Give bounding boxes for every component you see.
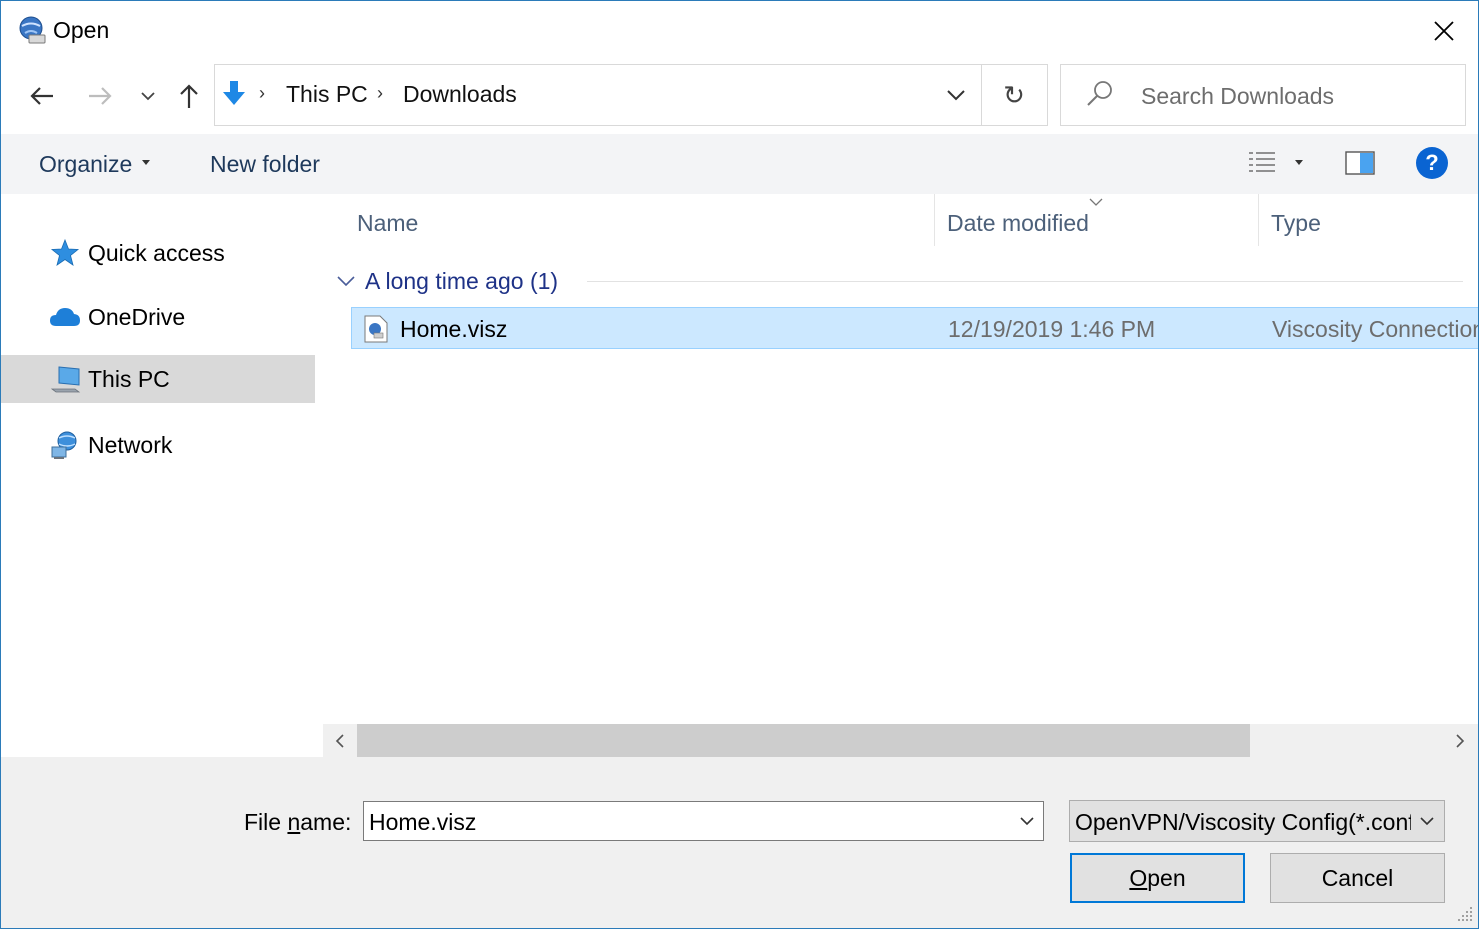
file-name-label: File name: (244, 809, 352, 835)
viscosity-file-icon (364, 315, 388, 343)
breadcrumb-downloads[interactable]: Downloads (403, 81, 517, 108)
details-view-icon[interactable] (1247, 149, 1277, 177)
group-divider (587, 281, 1463, 282)
up-button[interactable] (169, 75, 209, 117)
address-dropdown-button[interactable] (931, 65, 981, 125)
chevron-down-icon (1420, 817, 1434, 826)
recent-locations-button[interactable] (133, 79, 163, 113)
group-header[interactable]: A long time ago (1) (365, 268, 558, 295)
file-name-input[interactable]: Home.visz (369, 809, 476, 836)
breadcrumb-separator: › (259, 83, 265, 103)
downloads-icon (219, 79, 249, 109)
address-bar[interactable]: › This PC › Downloads ↻ (214, 64, 1048, 126)
file-name-dropdown-button[interactable] (1010, 802, 1044, 840)
dialog-title: Open (53, 17, 110, 43)
search-box[interactable]: Search Downloads (1060, 64, 1466, 126)
column-header-date-modified[interactable]: Date modified (947, 210, 1089, 237)
resize-grip-icon[interactable] (1456, 905, 1474, 923)
nav-item-label: OneDrive (88, 304, 186, 330)
forward-button[interactable] (79, 75, 121, 117)
breadcrumb-separator: › (377, 83, 383, 103)
file-date-cell: 12/19/2019 1:46 PM (948, 316, 1156, 342)
organize-button[interactable]: Organize (39, 151, 132, 178)
group-collapse-chevron-icon[interactable] (337, 274, 355, 287)
file-type-cell: Viscosity Connection (1272, 316, 1478, 342)
dialog-footer: File name: Home.visz OpenVPN/Viscosity C… (1, 757, 1478, 928)
network-icon (49, 430, 81, 460)
arrow-right-icon (89, 87, 112, 105)
column-header-type[interactable]: Type (1271, 210, 1321, 237)
scroll-right-button[interactable] (1443, 724, 1477, 757)
back-button[interactable] (21, 75, 63, 117)
close-icon (1434, 21, 1454, 41)
nav-item-onedrive[interactable]: OneDrive (1, 293, 315, 341)
chevron-down-icon (1020, 817, 1034, 826)
chevron-left-icon (335, 733, 344, 748)
view-options-caret-icon[interactable] (1295, 160, 1303, 165)
help-icon[interactable]: ? (1416, 147, 1448, 179)
open-dialog: Open › This PC › Downloads ↻ Search Down… (0, 0, 1479, 929)
arrow-left-icon (30, 87, 53, 105)
file-type-filter-select[interactable]: OpenVPN/Viscosity Config(*.conf;*.ovpn;*… (1069, 800, 1445, 842)
cancel-button[interactable]: Cancel (1270, 853, 1445, 903)
preview-pane-icon[interactable] (1345, 151, 1375, 175)
search-input[interactable]: Search Downloads (1141, 83, 1334, 110)
command-bar: Organize New folder ? (1, 134, 1478, 194)
viscosity-app-icon (17, 15, 47, 45)
refresh-icon: ↻ (1003, 79, 1025, 110)
caret-down-icon (142, 160, 150, 165)
file-name-combobox[interactable]: Home.visz (363, 801, 1044, 841)
new-folder-button[interactable]: New folder (210, 151, 320, 178)
star-icon (49, 238, 81, 268)
file-list: Name Date modified Type A long time ago … (323, 194, 1478, 724)
file-name-cell: Home.visz (400, 316, 508, 342)
close-button[interactable] (1417, 9, 1471, 53)
nav-item-network[interactable]: Network (1, 421, 315, 469)
nav-item-this-pc[interactable]: This PC (1, 355, 315, 403)
open-button[interactable]: Open (1070, 853, 1245, 903)
nav-item-label: Quick access (88, 240, 225, 266)
nav-item-label: This PC (88, 366, 170, 392)
search-icon (1085, 79, 1115, 109)
refresh-button[interactable]: ↻ (982, 65, 1046, 125)
chevron-right-icon (1456, 733, 1465, 748)
horizontal-scrollbar[interactable] (323, 724, 1478, 757)
scrollbar-thumb[interactable] (357, 724, 1250, 757)
column-header-name[interactable]: Name (357, 210, 418, 237)
file-type-filter-value: OpenVPN/Viscosity Config(*.conf;*.ovpn;*… (1075, 809, 1411, 835)
column-separator[interactable] (1258, 194, 1259, 246)
arrow-up-icon (180, 84, 198, 108)
sort-indicator-icon (1089, 194, 1103, 206)
cloud-icon (49, 302, 81, 332)
chevron-down-icon (947, 90, 965, 101)
column-separator[interactable] (934, 194, 935, 246)
nav-item-label: Network (88, 432, 173, 458)
file-row[interactable]: Home.visz 12/19/2019 1:46 PM Viscosity C… (351, 307, 1478, 349)
chevron-down-icon (141, 92, 155, 101)
title-bar: Open (1, 1, 1478, 63)
computer-icon (49, 365, 81, 395)
breadcrumb-this-pc[interactable]: This PC (286, 81, 368, 108)
navigation-pane: Quick access OneDrive This PC Network (1, 194, 319, 757)
scroll-left-button[interactable] (323, 724, 357, 757)
nav-item-quick-access[interactable]: Quick access (1, 229, 315, 277)
filter-dropdown-button[interactable] (1410, 801, 1444, 841)
